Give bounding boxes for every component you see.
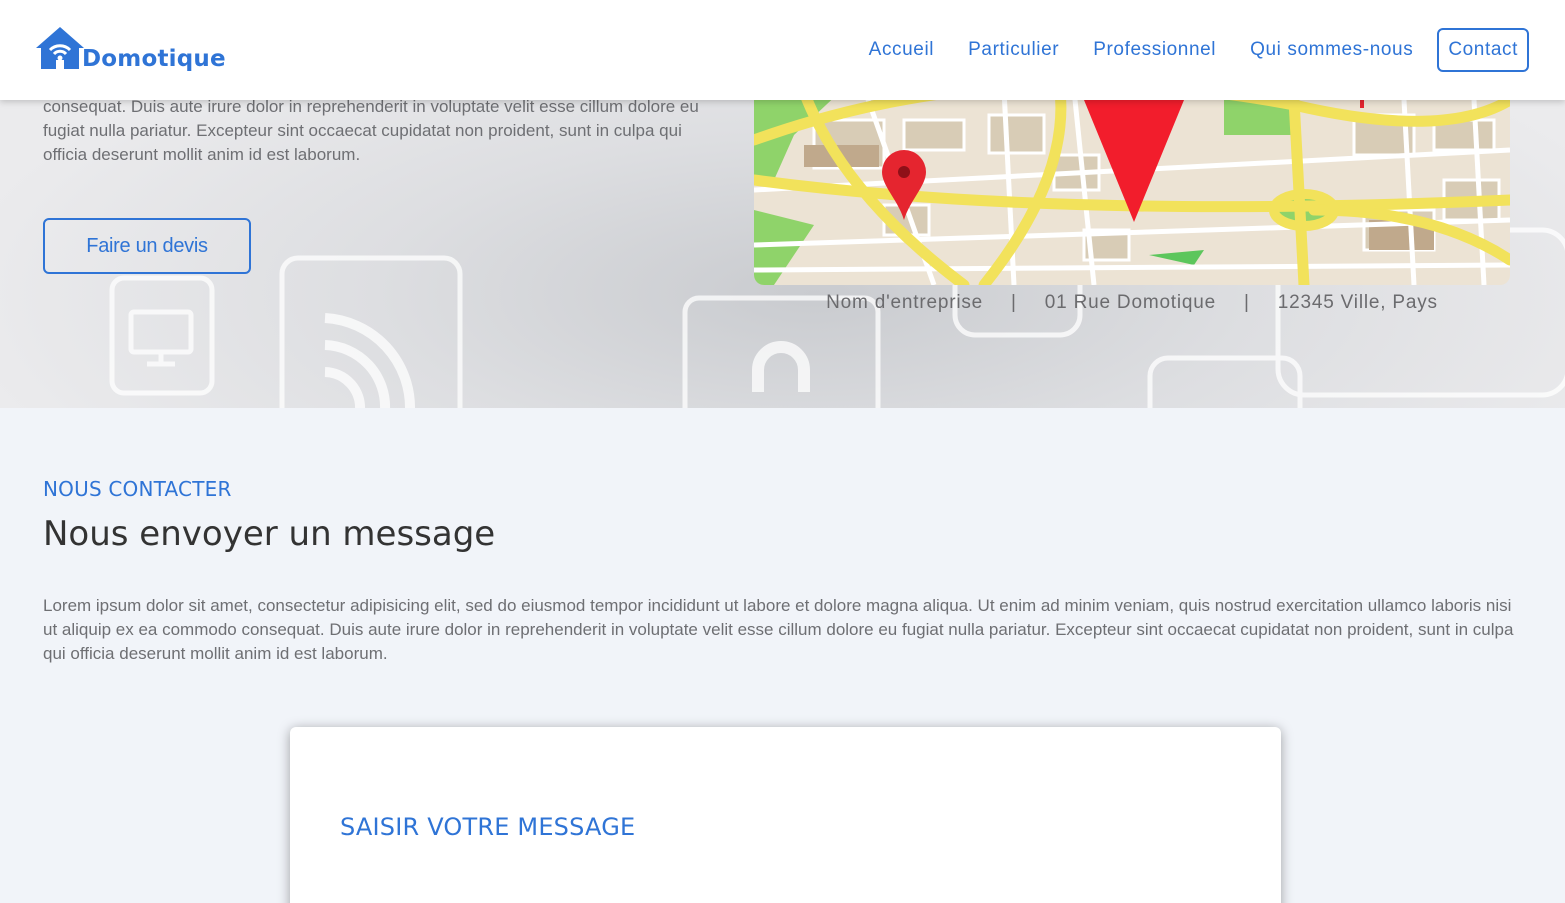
address-street: 01 Rue Domotique	[1044, 292, 1217, 313]
nav-contact-button[interactable]: Contact	[1437, 28, 1529, 72]
nav-qui-sommes-nous[interactable]: Qui sommes-nous	[1250, 39, 1413, 61]
address-company: Nom d'entreprise	[826, 292, 984, 313]
section-eyebrow: NOUS CONTACTER	[43, 477, 232, 501]
address-separator: |	[1244, 292, 1250, 313]
brand-name: Domotique	[82, 46, 226, 72]
section-description: Lorem ipsum dolor sit amet, consectetur …	[43, 596, 1514, 663]
house-wifi-icon	[36, 27, 84, 69]
tv-tile-icon	[109, 275, 215, 396]
address-separator: |	[1011, 292, 1017, 313]
quote-button[interactable]: Faire un devis	[43, 218, 251, 274]
nav-professionnel[interactable]: Professionnel	[1093, 39, 1216, 61]
company-address: Nom d'entreprise | 01 Rue Domotique | 12…	[754, 291, 1510, 315]
form-title: SAISIR VOTRE MESSAGE	[340, 813, 636, 841]
section-title: Nous envoyer un message	[43, 514, 496, 554]
message-form-card: SAISIR VOTRE MESSAGE	[290, 727, 1281, 903]
nav-accueil[interactable]: Accueil	[869, 39, 934, 61]
hero-description: consequat. Duis aute irure dolor in repr…	[43, 97, 699, 164]
site-header: Domotique Accueil Particulier Profession…	[0, 0, 1565, 100]
address-city: 12345 Ville, Pays	[1277, 292, 1438, 313]
main-nav: Accueil Particulier Professionnel Qui so…	[835, 28, 1529, 72]
nav-particulier[interactable]: Particulier	[968, 39, 1059, 61]
brand-logo[interactable]: Domotique	[36, 26, 236, 74]
